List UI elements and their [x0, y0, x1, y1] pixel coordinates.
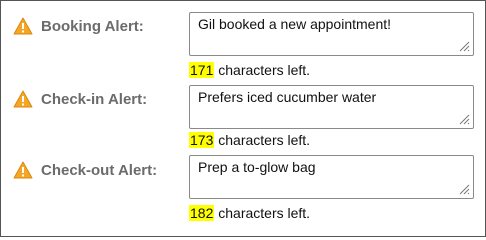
- booking-alert-count: 171: [189, 62, 215, 78]
- resize-grip-icon[interactable]: [458, 40, 470, 52]
- resize-grip-icon[interactable]: [458, 113, 470, 125]
- checkout-alert-counter: 182 characters left.: [189, 205, 310, 221]
- warning-icon: [13, 17, 33, 35]
- checkout-alert-count: 182: [189, 205, 215, 221]
- checkout-alert-label: Check-out Alert:: [41, 161, 158, 179]
- booking-alert-text: Gil booked a new appointment!: [198, 16, 392, 32]
- booking-alert-textarea[interactable]: Gil booked a new appointment!: [189, 12, 474, 56]
- checkin-alert-textarea[interactable]: Prefers iced cucumber water: [189, 85, 474, 129]
- checkout-alert-label-group: Check-out Alert:: [13, 161, 157, 179]
- resize-grip-icon[interactable]: [458, 183, 470, 195]
- booking-alert-label: Booking Alert:: [41, 17, 144, 35]
- alerts-panel: Booking Alert: Gil booked a new appointm…: [0, 0, 486, 237]
- checkin-alert-label: Check-in Alert:: [41, 90, 148, 108]
- checkin-alert-counter: 173 characters left.: [189, 132, 310, 148]
- booking-alert-label-group: Booking Alert:: [13, 17, 144, 35]
- checkin-alert-count: 173: [189, 132, 215, 148]
- warning-icon: [13, 161, 33, 179]
- checkin-alert-label-group: Check-in Alert:: [13, 90, 147, 108]
- checkout-alert-textarea[interactable]: Prep a to-glow bag: [189, 155, 474, 199]
- checkin-alert-count-suffix: characters left.: [214, 132, 311, 148]
- booking-alert-counter: 171 characters left.: [189, 62, 310, 78]
- checkout-alert-text: Prep a to-glow bag: [198, 159, 316, 175]
- checkin-alert-text: Prefers iced cucumber water: [198, 89, 377, 105]
- booking-alert-count-suffix: characters left.: [214, 62, 311, 78]
- warning-icon: [13, 90, 33, 108]
- checkout-alert-count-suffix: characters left.: [214, 205, 311, 221]
